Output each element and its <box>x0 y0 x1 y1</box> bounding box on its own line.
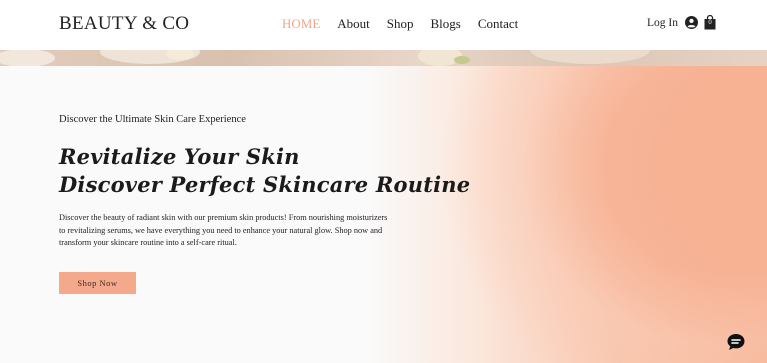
cart-button[interactable]: 0 <box>704 14 716 30</box>
nav-item-contact[interactable]: Contact <box>478 16 518 32</box>
nav-item-home[interactable]: HOME <box>282 16 320 32</box>
nav-item-blogs[interactable]: Blogs <box>431 16 461 32</box>
nav-item-about[interactable]: About <box>337 16 370 32</box>
hero-headline: Revitalize Your Skin Discover Perfect Sk… <box>59 143 470 199</box>
brand-logo[interactable]: BEAUTY & CO <box>59 13 189 35</box>
hero-kicker: Discover the Ultimate Skin Care Experien… <box>59 114 246 125</box>
login-button[interactable]: Log In <box>647 16 698 29</box>
hero-headline-line1: Revitalize Your Skin <box>59 144 300 169</box>
hero-headline-line2: Discover Perfect Skincare Routine <box>59 172 471 197</box>
hero-image-strip <box>0 50 767 66</box>
login-label: Log In <box>647 16 678 29</box>
cart-count: 0 <box>708 20 712 26</box>
user-circle-icon <box>684 16 698 29</box>
main-nav: HOME About Shop Blogs Contact <box>282 16 535 32</box>
site-header: BEAUTY & CO HOME About Shop Blogs Contac… <box>0 0 767 50</box>
chat-bubble-icon[interactable] <box>726 332 746 352</box>
hero-description: Discover the beauty of radiant skin with… <box>59 213 388 247</box>
nav-item-shop[interactable]: Shop <box>387 16 414 32</box>
skincare-products-image <box>0 50 650 66</box>
shop-now-button[interactable]: Shop Now <box>59 272 136 294</box>
